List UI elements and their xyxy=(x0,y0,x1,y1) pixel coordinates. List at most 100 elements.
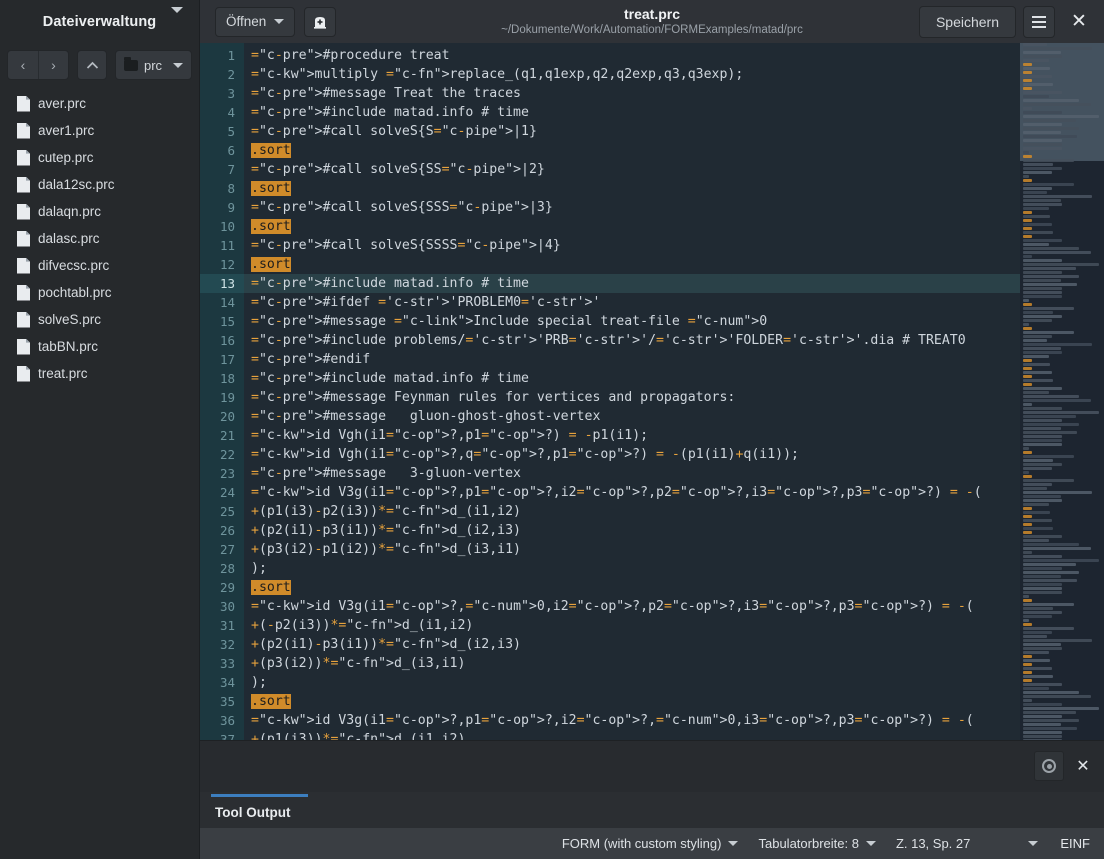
code-line[interactable]: ="c-kw">id V3g(i1="c-op">?,p1="c-op">?,i… xyxy=(244,711,1020,730)
file-name: tabBN.prc xyxy=(38,339,99,354)
code-line[interactable]: ="c-pre">#procedure treat xyxy=(244,46,1020,65)
code-line[interactable]: ="c-kw">id V3g(i1="c-op">?,="c-num">0,i2… xyxy=(244,597,1020,616)
code-line[interactable]: ="c-pre">#call solveS{SSSS="c-pipe">|4} xyxy=(244,236,1020,255)
minimap-line xyxy=(1023,271,1062,274)
minimap-line xyxy=(1023,699,1032,702)
code-line[interactable]: +(-p2(i3))*="c-fn">d_(i1,i2) xyxy=(244,616,1020,635)
list-item[interactable]: dala12sc.prc xyxy=(0,171,199,198)
save-button[interactable]: Speichern xyxy=(918,5,1016,38)
open-button[interactable]: Öffnen xyxy=(215,6,296,37)
line-number: 1 xyxy=(227,48,235,63)
minimap-line xyxy=(1023,339,1047,342)
code-line[interactable]: ="c-pre">#call solveS{S="c-pipe">|1} xyxy=(244,122,1020,141)
file-name: cutep.prc xyxy=(38,150,94,165)
tool-panel-close-button[interactable]: ✕ xyxy=(1070,751,1096,781)
code-line[interactable]: ="c-pre">#endif xyxy=(244,350,1020,369)
code-line[interactable]: ="c-kw">id V3g(i1="c-op">?,p1="c-op">?,i… xyxy=(244,483,1020,502)
file-manager-dropdown-icon[interactable] xyxy=(171,6,183,31)
minimap-line xyxy=(1023,319,1052,322)
minimap-line xyxy=(1023,427,1061,430)
cursor-position-selector[interactable]: Z. 13, Sp. 27 xyxy=(886,836,1048,851)
navigate-back-button[interactable]: ‹ xyxy=(8,51,38,79)
minimap-line xyxy=(1023,123,1062,126)
minimap-line xyxy=(1023,43,1047,46)
list-item[interactable]: dalasc.prc xyxy=(0,225,199,252)
code-line[interactable]: .sort xyxy=(244,141,1020,160)
file-name: dalaqn.prc xyxy=(38,204,102,219)
minimap-line xyxy=(1023,603,1074,606)
syntax-mode-selector[interactable]: FORM (with custom styling) xyxy=(552,836,749,851)
minimap-line xyxy=(1023,639,1092,642)
file-icon xyxy=(17,284,30,301)
code-line[interactable]: +(p2(i1)-p3(i1))*="c-fn">d_(i2,i3) xyxy=(244,521,1020,540)
close-window-button[interactable]: ✕ xyxy=(1062,5,1096,39)
code-line[interactable]: ="c-pre">#message Feynman rules for vert… xyxy=(244,388,1020,407)
minimap-line xyxy=(1023,415,1076,418)
folder-chevron-down-icon[interactable] xyxy=(173,62,183,68)
code-editor[interactable]: ="c-pre">#procedure treat ="c-kw">multipl… xyxy=(244,43,1020,740)
code-line[interactable]: ="c-pre">#include matad.info # time xyxy=(244,274,1020,293)
minimap-line xyxy=(1023,515,1032,518)
list-item[interactable]: aver.prc xyxy=(0,90,199,117)
minimap[interactable] xyxy=(1020,43,1104,740)
code-line[interactable]: ); xyxy=(244,673,1020,692)
code-line[interactable]: ="c-kw">id Vgh(i1="c-op">?,p1="c-op">?) … xyxy=(244,426,1020,445)
list-item[interactable]: solveS.prc xyxy=(0,306,199,333)
code-line[interactable]: .sort xyxy=(244,692,1020,711)
code-line[interactable]: ="c-pre">#ifdef ='c-str'>'PROBLEM0='c-st… xyxy=(244,293,1020,312)
tab-tool-output[interactable]: Tool Output xyxy=(211,794,309,828)
code-line[interactable]: ="c-pre">#message gluon-ghost-ghost-vert… xyxy=(244,407,1020,426)
code-line[interactable]: .sort xyxy=(244,578,1020,597)
list-item[interactable]: pochtabl.prc xyxy=(0,279,199,306)
file-list[interactable]: aver.prc aver1.prc cutep.prc dala12sc.pr… xyxy=(0,87,199,859)
line-number: 10 xyxy=(219,219,235,234)
navigate-forward-button[interactable]: › xyxy=(38,51,68,79)
code-line[interactable]: +(p2(i1)-p3(i1))*="c-fn">d_(i2,i3) xyxy=(244,635,1020,654)
tool-panel-target-button[interactable] xyxy=(1034,751,1064,781)
tabwidth-chevron-down-icon[interactable] xyxy=(865,841,876,846)
list-item[interactable]: difvecsc.prc xyxy=(0,252,199,279)
navigate-up-button[interactable] xyxy=(77,50,107,80)
insert-mode-indicator[interactable]: EINF xyxy=(1048,836,1090,851)
file-manager-header[interactable]: Dateiverwaltung xyxy=(0,0,200,43)
code-line[interactable]: .sort xyxy=(244,179,1020,198)
list-item[interactable]: dalaqn.prc xyxy=(0,198,199,225)
top-toolbar: Dateiverwaltung Öffnen treat.prc ~/Dokum… xyxy=(0,0,1104,43)
code-line[interactable]: .sort xyxy=(244,217,1020,236)
open-chevron-down-icon[interactable] xyxy=(274,19,285,24)
code-line[interactable]: +(p1(i3)-p2(i3))*="c-fn">d_(i1,i2) xyxy=(244,502,1020,521)
new-document-button[interactable] xyxy=(304,6,337,37)
code-line[interactable]: ="c-pre">#call solveS{SS="c-pipe">|2} xyxy=(244,160,1020,179)
file-name: treat.prc xyxy=(38,366,88,381)
code-line[interactable]: .sort xyxy=(244,255,1020,274)
minimap-line xyxy=(1023,355,1049,358)
minimap-line xyxy=(1023,327,1032,330)
list-item[interactable]: aver1.prc xyxy=(0,117,199,144)
code-line[interactable]: +(p3(i2)-p1(i2))*="c-fn">d_(i3,i1) xyxy=(244,540,1020,559)
code-line[interactable]: ="c-pre">#include matad.info # time xyxy=(244,369,1020,388)
file-icon xyxy=(17,122,30,139)
minimap-line xyxy=(1023,623,1032,626)
code-line[interactable]: ="c-pre">#include problems/='c-str'>'PRB… xyxy=(244,331,1020,350)
code-line[interactable]: +(p3(i2))*="c-fn">d_(i3,i1) xyxy=(244,654,1020,673)
code-line[interactable]: +(p1(i3))*="c-fn">d_(i1,i2) xyxy=(244,730,1020,740)
main-menu-button[interactable] xyxy=(1023,5,1055,38)
list-item[interactable]: cutep.prc xyxy=(0,144,199,171)
list-item[interactable]: tabBN.prc xyxy=(0,333,199,360)
position-chevron-down-icon[interactable] xyxy=(1028,841,1039,846)
code-line[interactable]: ="c-pre">#message Treat the traces xyxy=(244,84,1020,103)
current-folder-button[interactable]: prc xyxy=(115,50,192,80)
line-number: 35 xyxy=(219,694,235,709)
code-line[interactable]: ="c-pre">#call solveS{SSS="c-pipe">|3} xyxy=(244,198,1020,217)
minimap-line xyxy=(1023,575,1061,578)
tab-width-selector[interactable]: Tabulatorbreite: 8 xyxy=(748,836,885,851)
list-item[interactable]: treat.prc xyxy=(0,360,199,387)
minimap-line xyxy=(1023,139,1062,142)
code-line[interactable]: ="c-pre">#message 3-gluon-vertex xyxy=(244,464,1020,483)
code-line[interactable]: ="c-kw">multiply ="c-fn">replace_(q1,q1e… xyxy=(244,65,1020,84)
code-line[interactable]: ="c-pre">#message ="c-link">Include spec… xyxy=(244,312,1020,331)
code-line[interactable]: ="c-pre">#include matad.info # time xyxy=(244,103,1020,122)
syntax-chevron-down-icon[interactable] xyxy=(728,841,739,846)
code-line[interactable]: ); xyxy=(244,559,1020,578)
code-line[interactable]: ="c-kw">id Vgh(i1="c-op">?,q="c-op">?,p1… xyxy=(244,445,1020,464)
